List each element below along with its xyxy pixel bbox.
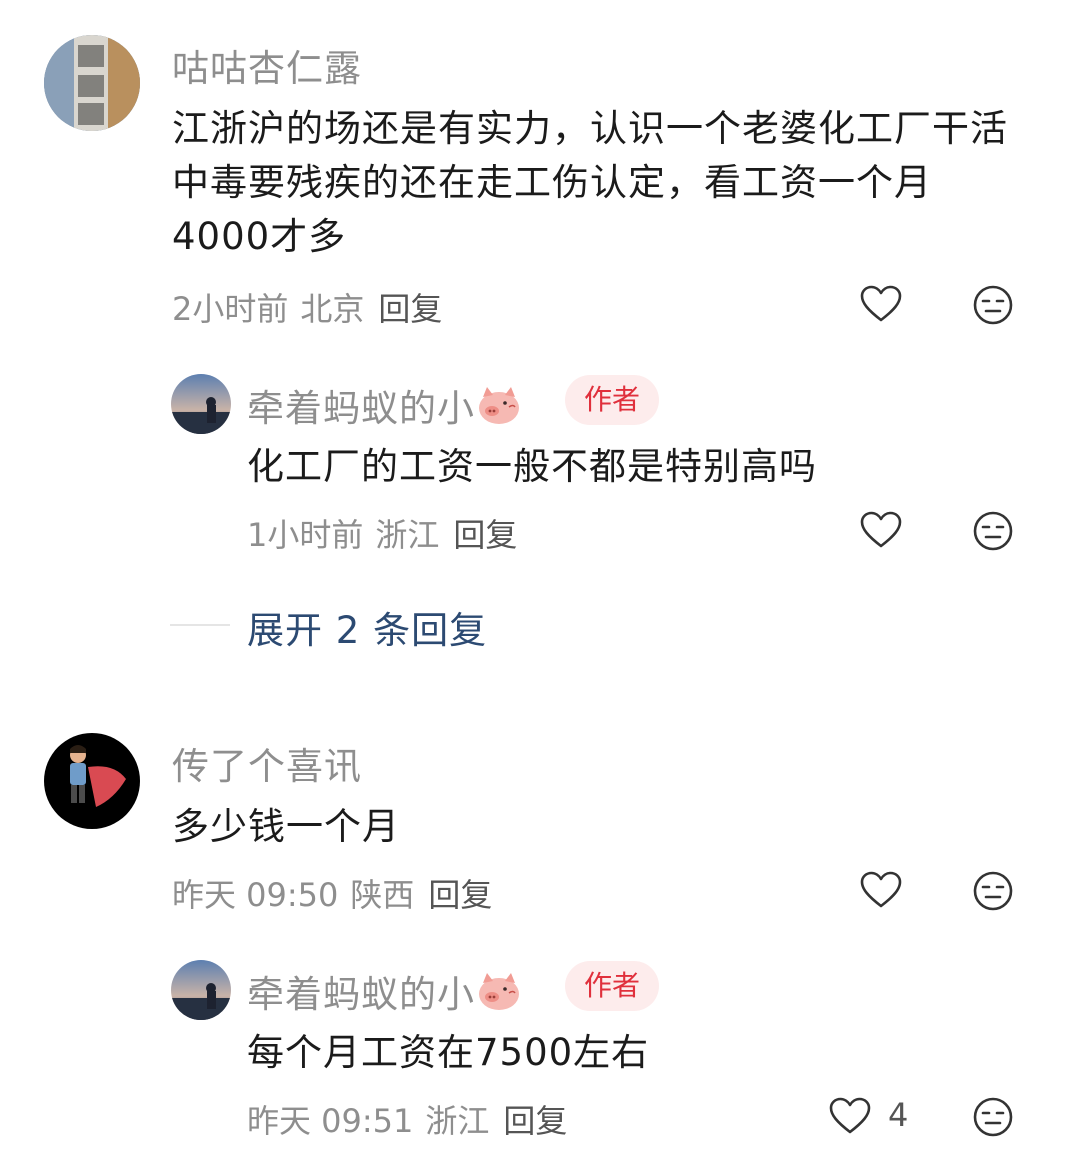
reply-author[interactable]: 牵着蚂蚁的小 — [247, 378, 523, 432]
avatar[interactable] — [44, 35, 140, 131]
reply-text: 每个月工资在7500左右 — [247, 1031, 650, 1074]
reply-time: 1小时前 — [247, 516, 364, 554]
reply-button[interactable]: 回复 — [428, 876, 492, 914]
pig-emoji-icon — [479, 387, 519, 424]
reply-button[interactable]: 回复 — [378, 290, 442, 328]
avatar-image — [44, 35, 140, 131]
reply-author[interactable]: 牵着蚂蚁的小 — [247, 964, 523, 1018]
comment-text: 多少钱一个月 — [172, 805, 400, 848]
reply-meta: 1小时前 浙江 回复 — [247, 510, 517, 556]
comment-author[interactable]: 传了个喜讯 — [172, 736, 362, 790]
avatar-image — [171, 960, 231, 1020]
reply-author-name: 牵着蚂蚁的小 — [247, 387, 475, 430]
comment-text: 江浙沪的场还是有实力，认识一个老婆化工厂干活中毒要残疾的还在走工伤认定，看工资一… — [172, 107, 1008, 258]
avatar-image — [44, 733, 140, 829]
heart-outline-icon[interactable] — [860, 871, 902, 909]
author-badge: 作者 — [565, 375, 660, 425]
neutral-face-icon[interactable] — [973, 511, 1013, 551]
reply-text: 化工厂的工资一般不都是特别高吗 — [247, 445, 817, 488]
comment-location: 北京 — [300, 290, 365, 328]
avatar[interactable] — [171, 960, 231, 1020]
comment-meta: 2小时前 北京 回复 — [172, 284, 442, 330]
avatar-image — [171, 374, 231, 434]
comment-location: 陕西 — [350, 876, 415, 914]
neutral-face-icon[interactable] — [973, 1097, 1013, 1137]
reply-author-name: 牵着蚂蚁的小 — [247, 973, 475, 1016]
reply-location: 浙江 — [425, 1102, 490, 1140]
comment-meta: 昨天 09:50 陕西 回复 — [172, 870, 492, 916]
expand-replies-button[interactable]: 展开 2 条回复 — [247, 600, 487, 654]
neutral-face-icon[interactable] — [973, 871, 1013, 911]
divider — [170, 624, 230, 626]
comment-time: 2小时前 — [172, 290, 289, 328]
reply-time: 昨天 09:51 — [247, 1102, 414, 1140]
pig-emoji-icon — [479, 973, 519, 1010]
avatar[interactable] — [44, 733, 140, 829]
author-badge: 作者 — [565, 961, 660, 1011]
reply-button[interactable]: 回复 — [503, 1102, 567, 1140]
heart-outline-icon[interactable] — [860, 285, 902, 323]
heart-outline-icon[interactable] — [860, 511, 902, 549]
avatar[interactable] — [171, 374, 231, 434]
comment-time: 昨天 09:50 — [172, 876, 339, 914]
comment-author[interactable]: 咕咕杏仁露 — [172, 38, 362, 92]
reply-location: 浙江 — [375, 516, 440, 554]
reply-meta: 昨天 09:51 浙江 回复 — [247, 1096, 567, 1142]
like-count: 4 — [888, 1096, 909, 1134]
heart-outline-icon[interactable] — [829, 1097, 871, 1135]
reply-button[interactable]: 回复 — [453, 516, 517, 554]
neutral-face-icon[interactable] — [973, 285, 1013, 325]
